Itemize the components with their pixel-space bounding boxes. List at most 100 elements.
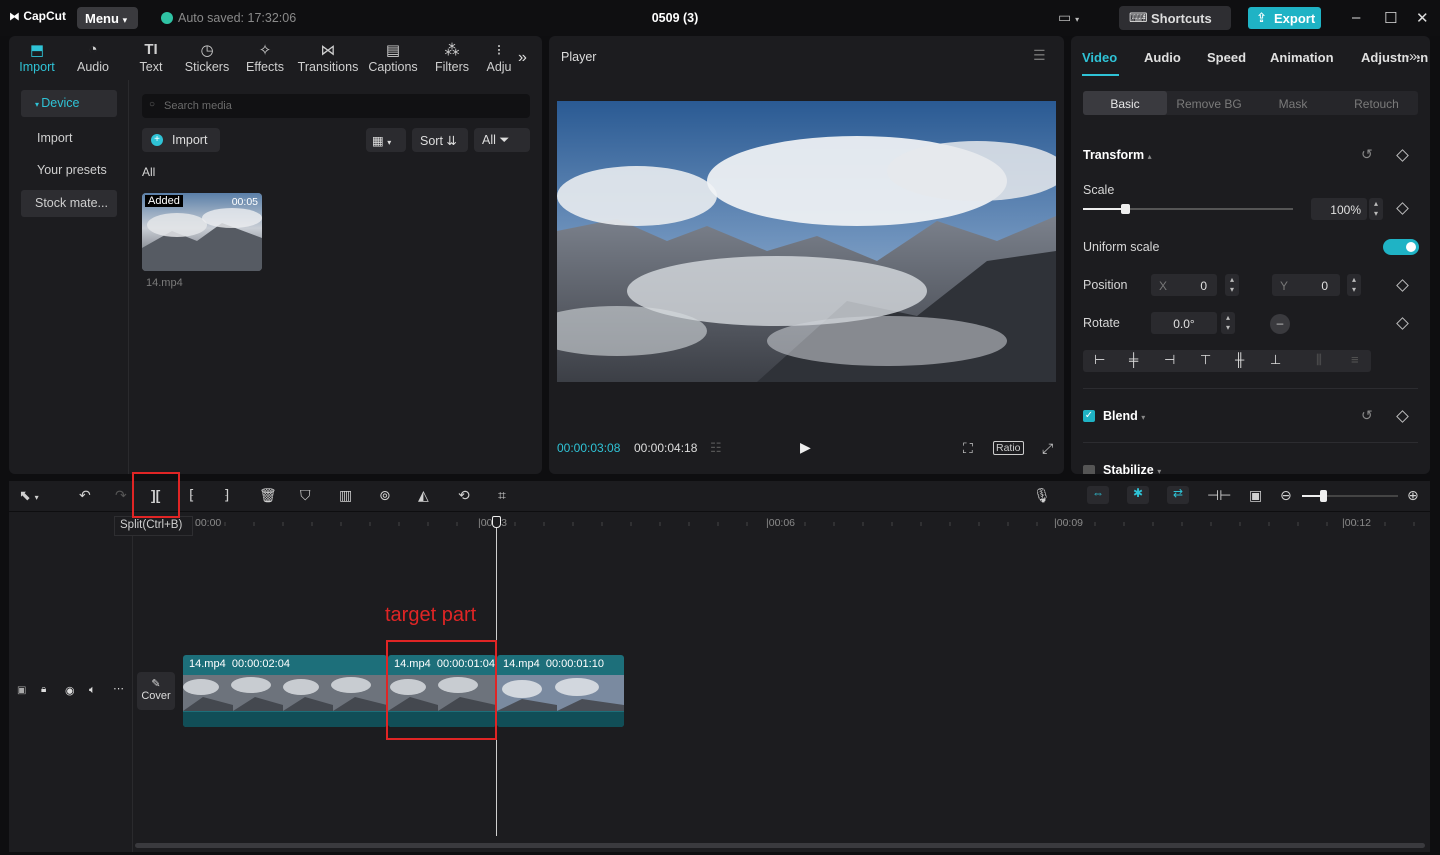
eye-icon[interactable]: ◉ [65, 684, 75, 697]
tab-captions[interactable]: ▤ Captions [367, 36, 419, 80]
mirror-icon[interactable]: ◭ [418, 487, 429, 504]
zoom-out-icon[interactable]: ⊖ [1280, 487, 1292, 504]
cover-button[interactable]: ✎ Cover [137, 672, 175, 710]
position-y-input[interactable]: Y0 [1272, 274, 1340, 296]
close-icon[interactable]: ✕ [1416, 9, 1429, 27]
video-clip[interactable]: 14.mp4 00:00:02:04 [183, 655, 387, 727]
fullscreen-preview-icon[interactable]: ⛶ [963, 440, 973, 457]
video-clip[interactable]: 14.mp4 00:00:01:10 [497, 655, 624, 727]
menu-button[interactable]: Menu ▾ [77, 7, 138, 29]
play-icon[interactable]: ▶ [800, 439, 811, 456]
playhead-handle[interactable] [492, 516, 501, 528]
zoom-in-icon[interactable]: ⊕ [1407, 487, 1419, 504]
align-center-v-icon[interactable]: ╫ [1235, 352, 1244, 367]
maximize-icon[interactable]: ☐ [1384, 9, 1397, 27]
zoom-slider-handle[interactable] [1320, 490, 1327, 502]
blend-reset-icon[interactable]: ↺ [1361, 407, 1373, 424]
preview-axis-icon[interactable]: ⊣⊢ [1207, 487, 1231, 504]
tab-effects[interactable]: ✧ Effects [243, 36, 287, 80]
rotate-stepper[interactable]: ▴ ▾ [1221, 312, 1235, 334]
undo-icon[interactable]: ↶ [79, 487, 91, 504]
stabilize-checkbox[interactable] [1083, 465, 1095, 474]
more-tabs-icon[interactable]: » [1409, 48, 1418, 65]
view-toggle-button[interactable]: ▦ ▾ [366, 128, 406, 152]
tab-stickers[interactable]: ◷ Stickers [183, 36, 231, 80]
split-right-icon[interactable]: ⁆ [224, 487, 229, 504]
subtab-retouch[interactable]: Retouch [1335, 91, 1418, 115]
tab-text[interactable]: TI Text [131, 36, 171, 80]
reverse-icon[interactable]: ⊚ [379, 487, 391, 504]
align-top-icon[interactable]: ⊤ [1200, 352, 1211, 368]
marker-icon[interactable]: ⛉ [300, 487, 311, 504]
scale-input[interactable]: 100% [1311, 198, 1367, 220]
search-input[interactable]: ○ Search media [142, 94, 530, 118]
scale-slider-handle[interactable] [1121, 204, 1130, 214]
align-left-icon[interactable]: ⊢ [1094, 352, 1105, 368]
tab-audio-props[interactable]: Audio [1144, 50, 1181, 65]
media-thumbnail[interactable]: Added 00:05 [142, 193, 262, 271]
more-icon[interactable]: ⋯ [113, 682, 124, 695]
freeze-icon[interactable]: ▥ [339, 487, 352, 504]
keyframe-icon[interactable] [1396, 149, 1409, 162]
uniform-scale-toggle[interactable] [1383, 239, 1419, 255]
crop-icon[interactable]: ⌗ [498, 487, 506, 504]
tab-transitions[interactable]: ⋈ Transitions [297, 36, 359, 80]
more-tabs-icon[interactable]: » [518, 49, 527, 67]
timeline-view-icon[interactable]: ☷ [710, 440, 722, 456]
align-bottom-icon[interactable]: ⊥ [1270, 352, 1281, 368]
filter-button[interactable]: All ⏷ [474, 128, 530, 152]
lock-icon[interactable]: 🔒︎ [41, 684, 46, 695]
subtab-remove-bg[interactable]: Remove BG [1167, 91, 1251, 115]
tab-video[interactable]: Video [1082, 50, 1117, 65]
tab-filters[interactable]: ⁂ Filters [431, 36, 473, 80]
tab-audio[interactable]: ◔ Audio [71, 36, 115, 80]
align-right-icon[interactable]: ⊣ [1164, 352, 1175, 368]
tab-adjust[interactable]: ⁝ Adju [483, 36, 515, 80]
audio-mute-icon[interactable]: 🔈︎ [89, 684, 96, 697]
timeline-scrollbar[interactable] [135, 843, 1425, 848]
minimize-icon[interactable]: – [1352, 9, 1360, 26]
expand-icon[interactable]: ⤢ [1042, 440, 1053, 457]
import-button[interactable]: + Import [142, 128, 220, 152]
tab-animation[interactable]: Animation [1270, 50, 1334, 65]
blend-checkbox[interactable]: ✓ [1083, 410, 1095, 422]
subtab-mask[interactable]: Mask [1251, 91, 1335, 115]
timeline-ruler[interactable]: 00:00 |00:03 |00:06 |00:09 |00:12 [133, 512, 1430, 530]
align-center-h-icon[interactable]: ╪ [1129, 352, 1138, 367]
rotate-dial[interactable]: – [1270, 314, 1290, 334]
player-menu-icon[interactable]: ☰ [1033, 47, 1046, 64]
main-track-magnet-icon[interactable]: ⇔ [1087, 486, 1109, 504]
subtab-basic[interactable]: Basic [1083, 91, 1167, 115]
position-y-stepper[interactable]: ▴ ▾ [1347, 274, 1361, 296]
export-button[interactable]: ⇪ Export [1248, 7, 1321, 29]
position-keyframe-icon[interactable] [1396, 279, 1409, 292]
tab-adjustment[interactable]: Adjustmen [1361, 50, 1428, 65]
tab-speed[interactable]: Speed [1207, 50, 1246, 65]
delete-icon[interactable]: 🗑 [259, 487, 277, 504]
rotate-icon[interactable]: ⟲ [458, 487, 470, 504]
sidebar-item-stock[interactable]: Stock mate... [21, 190, 117, 217]
blend-heading[interactable]: Blend ▾ [1103, 409, 1145, 423]
sidebar-item-device[interactable]: ▾ Device [21, 90, 117, 117]
select-tool-icon[interactable]: ⬉ ▾ [19, 487, 39, 504]
rotate-keyframe-icon[interactable] [1396, 317, 1409, 330]
scale-stepper[interactable]: ▴ ▾ [1369, 198, 1383, 220]
shortcuts-button[interactable]: ⌨ Shortcuts [1119, 6, 1231, 30]
sidebar-item-presets[interactable]: Your presets [21, 157, 117, 184]
tab-import[interactable]: ⬒ Import [15, 36, 59, 80]
reset-icon[interactable]: ↺ [1361, 146, 1373, 163]
fit-icon[interactable]: ▣ [1249, 487, 1262, 504]
ratio-button[interactable]: Ratio [993, 441, 1024, 455]
blend-keyframe-icon[interactable] [1396, 410, 1409, 423]
microphone-icon[interactable]: 🎙 [1033, 487, 1051, 504]
layout-icon[interactable]: ▭ ▾ [1058, 9, 1079, 26]
video-preview[interactable] [557, 101, 1056, 382]
split-left-icon[interactable]: ⁅ [189, 487, 194, 504]
scale-keyframe-icon[interactable] [1396, 202, 1409, 215]
position-x-stepper[interactable]: ▴ ▾ [1225, 274, 1239, 296]
stabilize-heading[interactable]: Stabilize ▾ [1103, 463, 1161, 474]
rotate-input[interactable]: 0.0° [1151, 312, 1217, 334]
linkage-icon[interactable]: ⇄ [1167, 486, 1189, 504]
sidebar-item-import[interactable]: Import [21, 125, 117, 152]
transform-heading[interactable]: Transform ▴ [1083, 148, 1152, 162]
